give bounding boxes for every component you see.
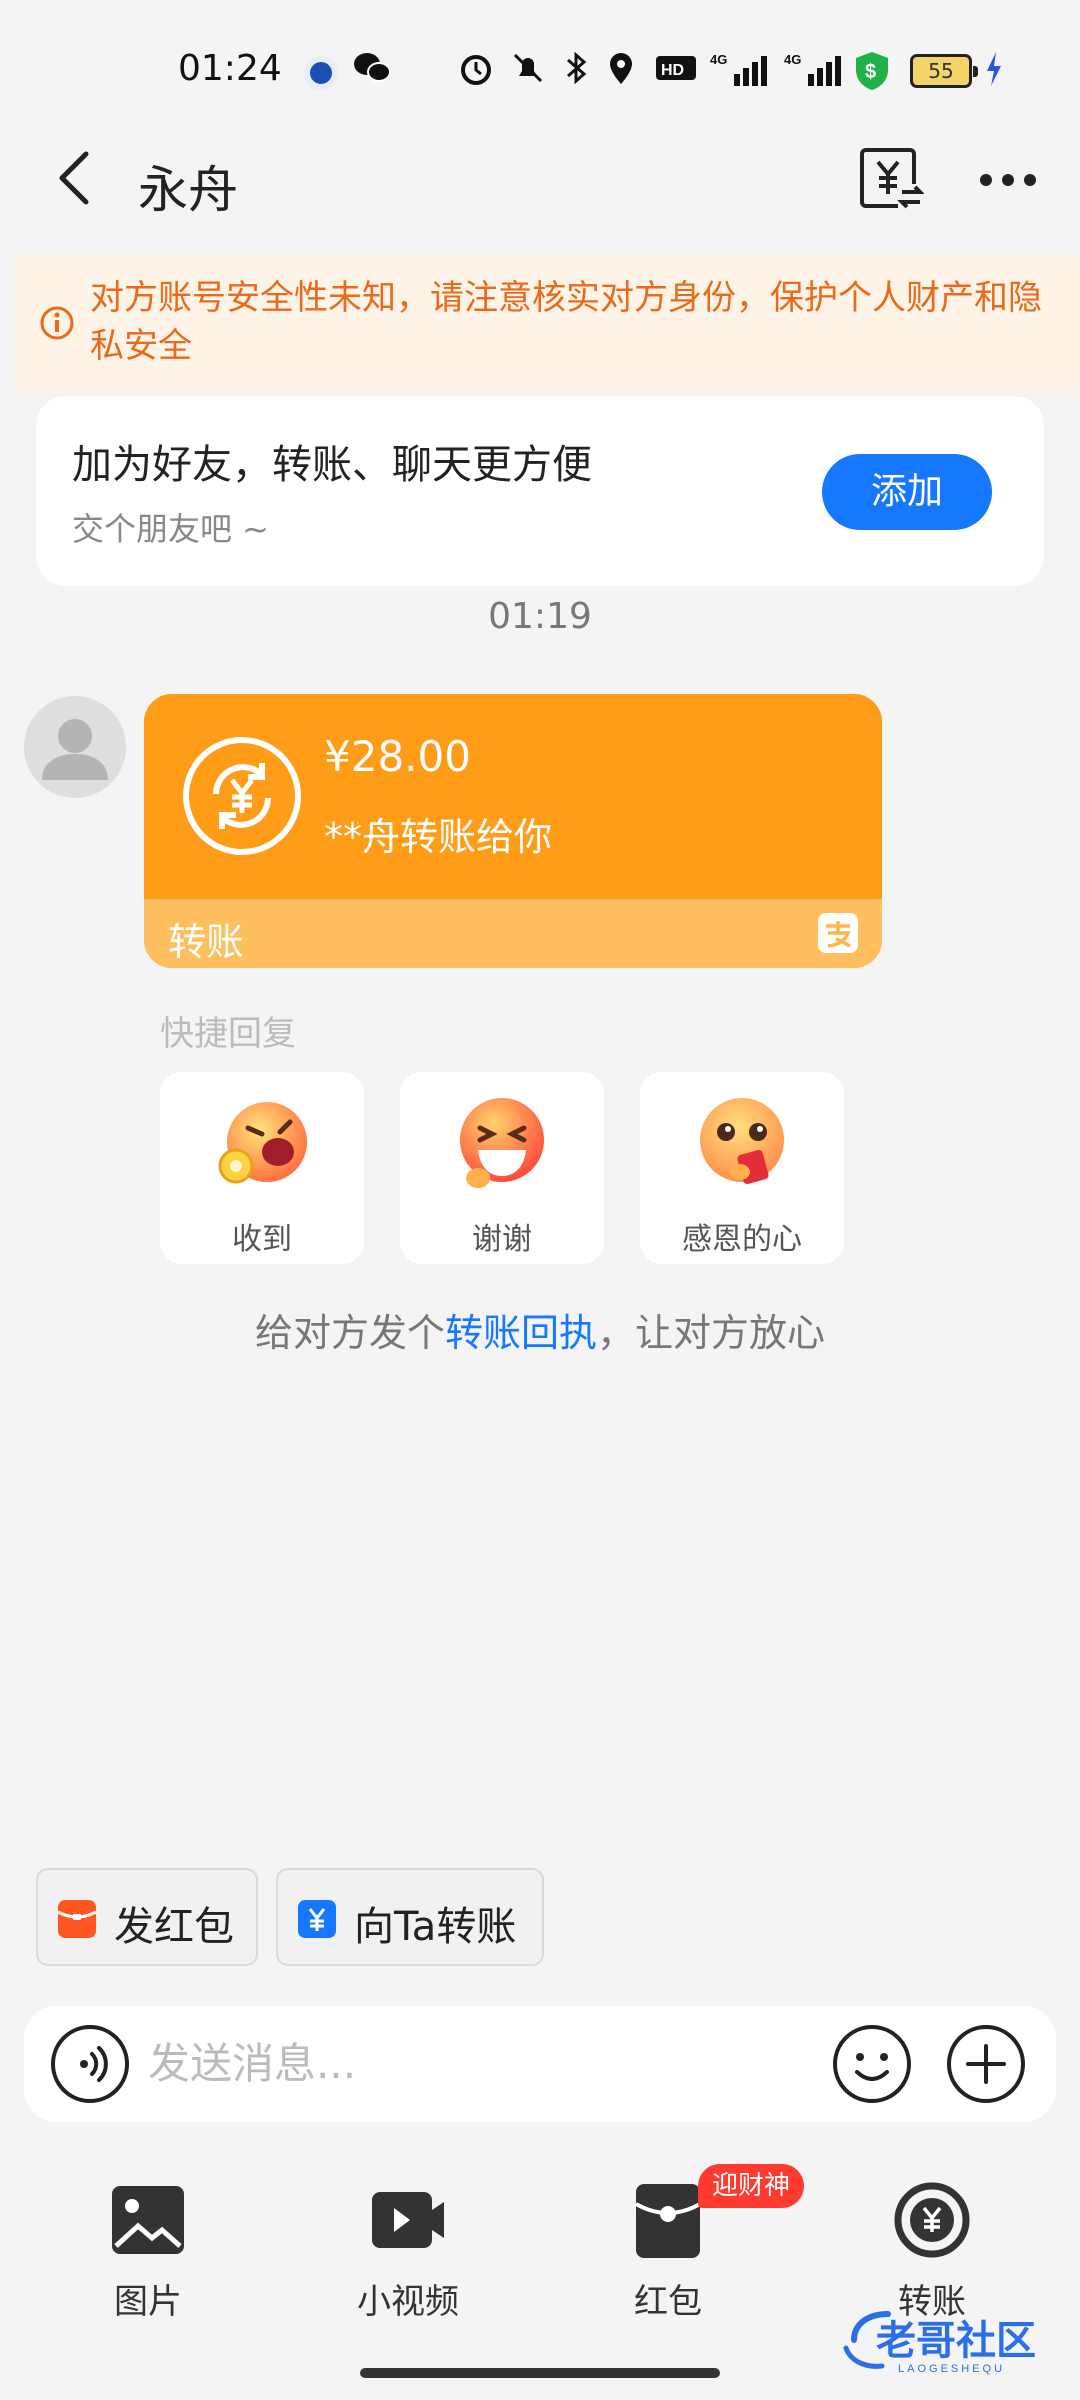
red-packet-icon: [58, 1900, 96, 1938]
signal-4g-icon: 4G: [710, 50, 772, 97]
info-icon: [40, 306, 74, 340]
app-notification-icon: [304, 56, 338, 90]
svg-text:4G: 4G: [710, 52, 727, 67]
quick-reply-received[interactable]: 收到: [160, 1072, 364, 1264]
smiley-icon: [833, 2025, 911, 2103]
avatar[interactable]: [24, 696, 126, 798]
quick-reply-label: 感恩的心: [682, 1222, 802, 1257]
charging-icon: [984, 50, 1004, 97]
security-warning-banner: 对方账号安全性未知，请注意核实对方身份，保护个人财产和隐私安全: [14, 254, 1080, 394]
tool-short-video[interactable]: 小视频: [318, 2180, 498, 2322]
transfer-card-body: ¥28.00 **舟转账给你: [144, 694, 882, 899]
transfer-receipt-link[interactable]: 转账回执: [445, 1311, 597, 1355]
tool-image[interactable]: 图片: [58, 2180, 238, 2322]
bluetooth-icon: [562, 50, 590, 95]
transfer-records-button[interactable]: [858, 146, 925, 212]
wechat-icon: [352, 50, 392, 95]
alipay-icon: [818, 913, 858, 953]
add-friend-button[interactable]: 添加: [822, 454, 992, 530]
security-shield-icon: $: [852, 50, 892, 101]
more-button[interactable]: [978, 150, 1038, 210]
status-bar: 01:24 HD 4G 4G $ 55: [0, 0, 1080, 140]
plus-icon: [947, 2025, 1025, 2103]
warning-text: 对方账号安全性未知，请注意核实对方身份，保护个人财产和隐私安全: [90, 278, 1042, 366]
voice-input-button[interactable]: [50, 2024, 130, 2104]
grateful-emoji-icon: [700, 1098, 784, 1184]
laughing-emoji-icon: [460, 1098, 544, 1188]
tool-label: 图片: [114, 2282, 182, 2322]
transfer-label: 转账: [168, 920, 245, 964]
message-timestamp: 01:19: [488, 596, 592, 637]
tool-transfer[interactable]: 转账: [842, 2180, 1022, 2322]
transfer-description: **舟转账给你: [324, 815, 553, 859]
transfer-card-footer: 转账: [144, 899, 882, 968]
more-dots-icon: [980, 174, 1036, 186]
alarm-icon: [458, 50, 494, 95]
watermark-logo-icon: 老哥社区 LAOGESHEQU: [843, 2311, 1036, 2375]
hd-icon: HD: [654, 50, 698, 95]
quick-reply-grateful[interactable]: 感恩的心: [640, 1072, 844, 1264]
tool-label: 小视频: [357, 2282, 459, 2322]
transfer-message-card[interactable]: ¥28.00 **舟转账给你 转账: [144, 694, 882, 968]
send-red-packet-chip[interactable]: 发红包: [36, 1868, 258, 1966]
image-icon: [112, 2186, 184, 2254]
quick-reply-label: 收到: [232, 1222, 292, 1257]
home-indicator[interactable]: [360, 2368, 720, 2378]
message-input[interactable]: [148, 2028, 808, 2098]
tool-label: 红包: [634, 2282, 702, 2322]
page-title: 永舟: [138, 161, 238, 219]
back-button[interactable]: [48, 148, 108, 208]
mute-icon: [510, 50, 546, 95]
voice-icon: [51, 2025, 129, 2103]
more-actions-button[interactable]: [946, 2024, 1026, 2104]
video-icon: [372, 2192, 444, 2248]
emoji-button[interactable]: [832, 2024, 912, 2104]
quick-reply-title: 快捷回复: [160, 1014, 296, 1054]
friend-card-subtitle: 交个朋友吧 ~: [72, 510, 269, 548]
default-avatar-icon: [42, 719, 108, 780]
transfer-yuan-icon: [183, 737, 301, 855]
add-friend-card: 加为好友，转账、聊天更方便 交个朋友吧 ~ 添加: [36, 396, 1044, 586]
status-time: 01:24: [178, 48, 282, 89]
transfer-amount: ¥28.00: [324, 732, 471, 781]
receipt-tip-prefix: 给对方发个: [254, 1311, 445, 1355]
quick-reply-label: 谢谢: [472, 1222, 532, 1257]
site-watermark: 老哥社区 LAOGESHEQU: [836, 2304, 1066, 2378]
battery-icon: 55: [910, 54, 978, 88]
svg-text:$: $: [865, 61, 876, 83]
receipt-tip: 给对方发个转账回执，让对方放心: [0, 1302, 1080, 1357]
friend-card-title: 加为好友，转账、聊天更方便: [72, 442, 592, 488]
ok-emoji-icon: [218, 1102, 307, 1184]
watermark-text: 老哥社区: [876, 2318, 1036, 2364]
send-red-packet-label: 发红包: [114, 1904, 234, 1950]
transfer-to-ta-label: 向Ta转账: [354, 1904, 517, 1950]
watermark-subtext: LAOGESHEQU: [898, 2363, 1005, 2375]
receipt-tip-suffix: ，让对方放心: [597, 1311, 826, 1355]
svg-text:4G: 4G: [784, 52, 801, 67]
transfer-tool-icon: [894, 2182, 970, 2258]
transfer-to-ta-chip[interactable]: 向Ta转账: [276, 1868, 544, 1966]
message-input-bar: [24, 2006, 1056, 2122]
transfer-records-icon: [860, 148, 925, 212]
quick-reply-thanks[interactable]: 谢谢: [400, 1072, 604, 1264]
cai-shen-badge: 迎财神: [698, 2164, 805, 2208]
yuan-transfer-icon: [298, 1900, 336, 1938]
back-arrow-icon: [59, 151, 89, 205]
location-icon: [606, 50, 636, 95]
svg-text:HD: HD: [661, 62, 684, 79]
signal-4g-icon-2: 4G: [784, 50, 846, 97]
red-packet-tool-icon: [635, 2184, 701, 2258]
